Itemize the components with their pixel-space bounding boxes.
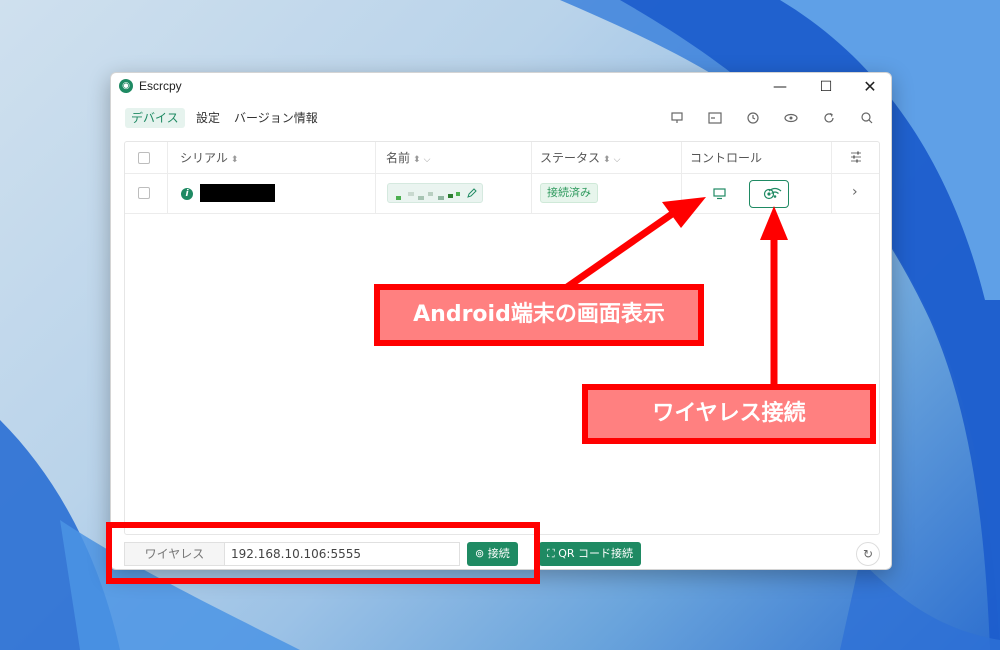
header-serial-label: シリアル: [180, 151, 228, 165]
refresh-icon[interactable]: [820, 109, 838, 127]
sort-icon[interactable]: ⬍: [603, 155, 611, 165]
filter-chevron-icon[interactable]: ⌵: [424, 155, 431, 165]
header-control: コントロール: [690, 151, 763, 165]
window-title: Escrcpy: [139, 79, 182, 93]
maximize-button[interactable]: ☐: [803, 73, 849, 101]
screen-mirror-icon[interactable]: [713, 188, 726, 200]
table-row[interactable]: i 接続済み ›: [125, 174, 879, 214]
header-status[interactable]: ステータス ⬍ ⌵: [540, 142, 620, 174]
tab-settings[interactable]: 設定: [190, 108, 226, 128]
column-settings-icon[interactable]: [849, 150, 863, 164]
header-serial[interactable]: シリアル ⬍: [180, 142, 238, 174]
device-name-tag[interactable]: [387, 183, 483, 203]
edit-pencil-icon[interactable]: [466, 187, 478, 199]
column-divider: [831, 174, 832, 214]
close-button[interactable]: ✕: [847, 73, 891, 101]
qr-connect-button[interactable]: ⛶ QR コード接続: [539, 542, 642, 566]
expand-row-chevron-icon[interactable]: ›: [852, 184, 858, 200]
callout-screen-display-text: Android端末の画面表示: [380, 290, 698, 340]
qr-connect-button-label: QR コード接続: [558, 547, 634, 560]
title-bar[interactable]: ◉ Escrcpy — ☐ ✕: [111, 73, 891, 101]
tab-version-info[interactable]: バージョン情報: [228, 108, 324, 128]
minimize-button[interactable]: —: [757, 73, 803, 101]
sort-icon[interactable]: ⬍: [413, 155, 421, 165]
header-name[interactable]: 名前 ⬍ ⌵: [386, 142, 430, 174]
terminal-icon[interactable]: [706, 109, 724, 127]
callout-wireless-connect: ワイヤレス接続: [582, 384, 876, 444]
info-icon[interactable]: i: [181, 188, 193, 200]
filter-chevron-icon[interactable]: ⌵: [614, 155, 621, 165]
row-checkbox[interactable]: [138, 187, 150, 199]
table-header: シリアル ⬍ 名前 ⬍ ⌵ ステータス ⬍ ⌵ コントロール: [125, 142, 879, 214]
history-icon[interactable]: [744, 109, 762, 127]
callout-wireless-connect-text: ワイヤレス接続: [588, 390, 870, 438]
callout-screen-display: Android端末の画面表示: [374, 284, 704, 346]
reload-icon[interactable]: ↻: [856, 542, 880, 566]
qr-scan-icon: ⛶: [547, 547, 559, 560]
status-badge: 接続済み: [540, 183, 598, 203]
monitor-icon[interactable]: [668, 109, 686, 127]
header-status-label: ステータス: [540, 151, 601, 165]
app-logo-icon: ◉: [119, 79, 133, 93]
search-icon[interactable]: [858, 109, 876, 127]
serial-redacted: [200, 184, 275, 202]
tab-devices[interactable]: デバイス: [125, 108, 185, 128]
select-all-checkbox[interactable]: [138, 152, 150, 164]
wifi-icon[interactable]: [768, 187, 782, 199]
eye-icon[interactable]: [782, 109, 800, 127]
highlight-wireless-bar: [106, 522, 540, 584]
menu-bar: デバイス 設定 バージョン情報: [111, 105, 891, 131]
header-name-label: 名前: [386, 151, 411, 165]
sort-icon[interactable]: ⬍: [231, 155, 239, 165]
